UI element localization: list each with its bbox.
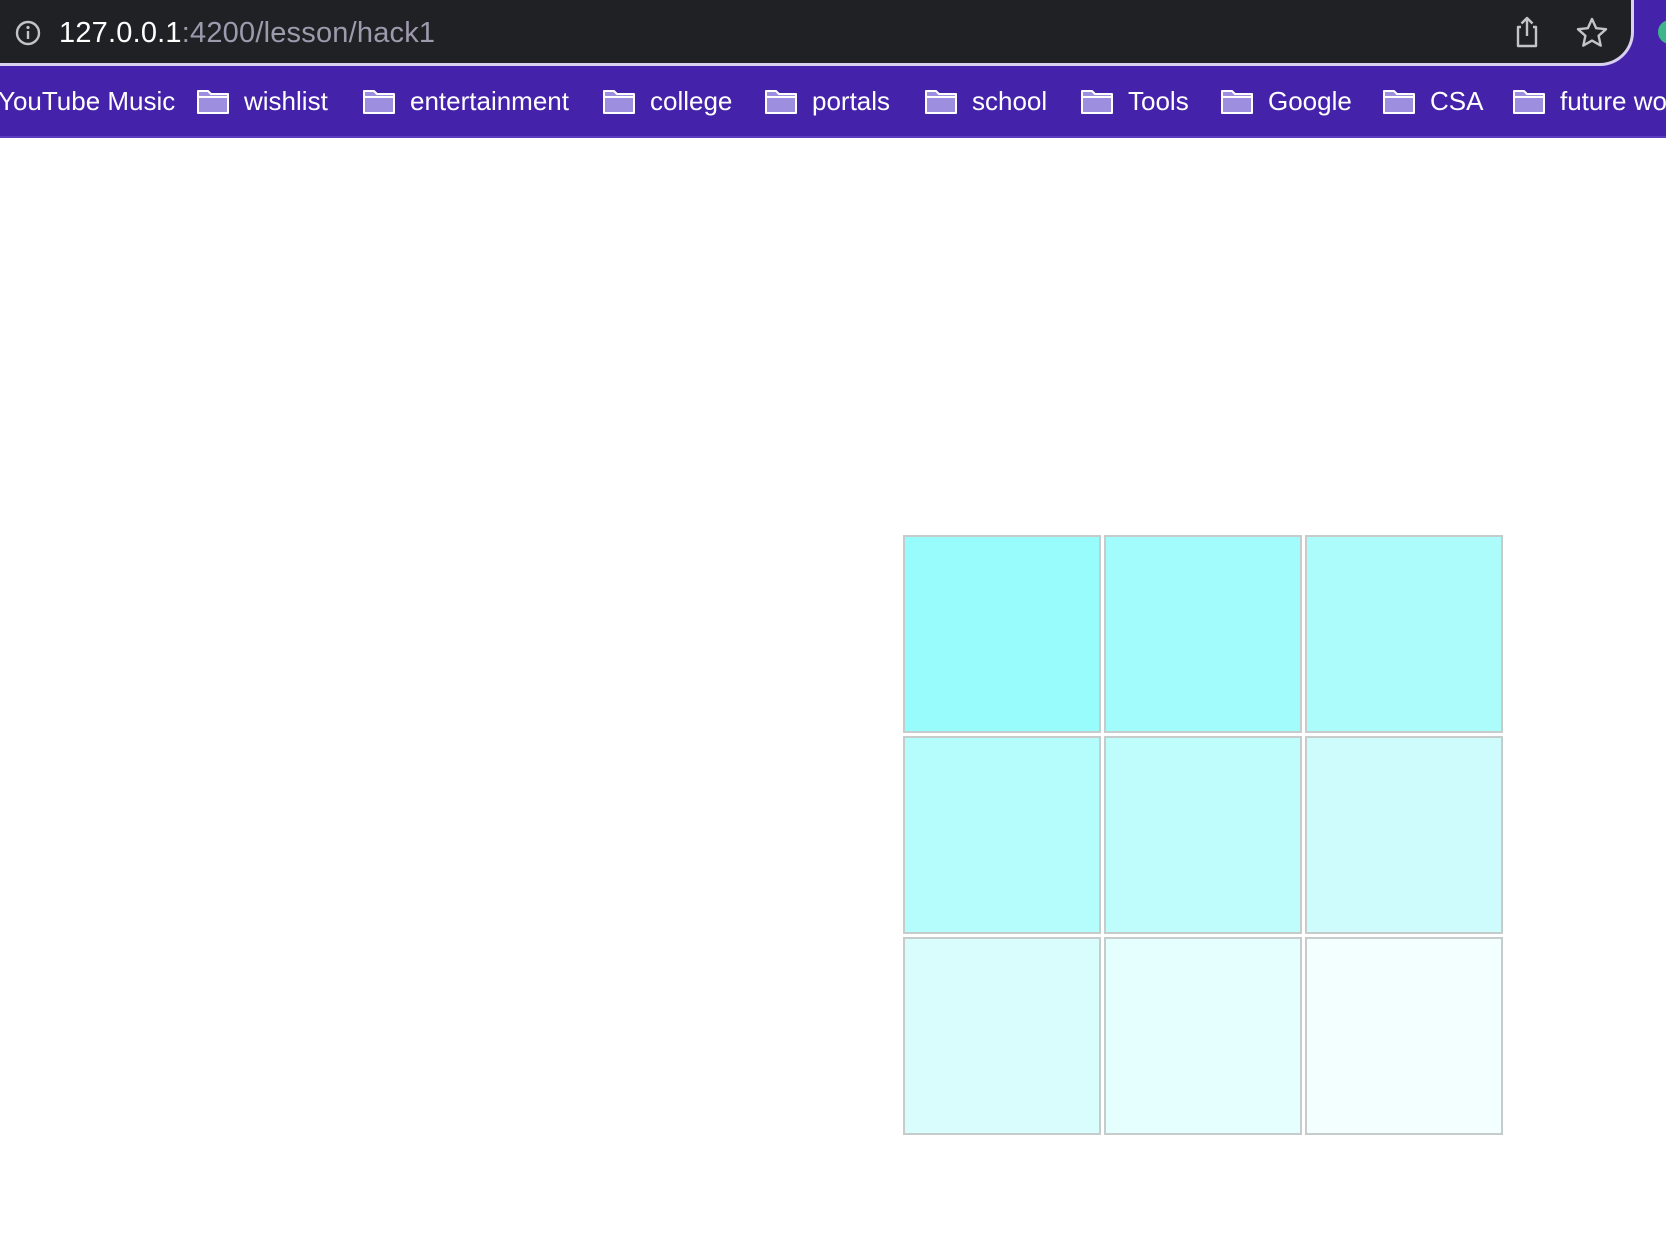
- address-bar[interactable]: 127.0.0.1:4200/lesson/hack1: [0, 0, 1634, 66]
- bookmark-folder-college[interactable]: college: [602, 66, 732, 136]
- bookmark-label: college: [650, 85, 733, 116]
- share-icon[interactable]: [1509, 14, 1545, 50]
- info-icon[interactable]: [15, 20, 41, 46]
- folder-icon: [363, 90, 395, 114]
- bookmark-label: entertainment: [410, 85, 569, 116]
- bookmark-label: CSA: [1430, 85, 1484, 116]
- bookmark-folder-portals[interactable]: portals: [764, 66, 890, 136]
- grid-cell[interactable]: [903, 937, 1101, 1135]
- bookmark-folder-wishlist[interactable]: wishlist: [196, 66, 328, 136]
- profile-icon[interactable]: [1658, 20, 1666, 44]
- bookmarks-bar: YouTube Music wishlist entertainment col…: [0, 66, 1666, 138]
- bookmark-label: portals: [812, 85, 891, 116]
- bookmark-label: school: [972, 85, 1048, 116]
- url-text[interactable]: 127.0.0.1:4200/lesson/hack1: [59, 14, 435, 52]
- grid-cell[interactable]: [1104, 736, 1302, 934]
- folder-icon: [1081, 90, 1113, 114]
- bookmark-folder-entertainment[interactable]: entertainment: [362, 66, 569, 136]
- folder-icon: [197, 90, 229, 114]
- bookmark-label: Google: [1268, 85, 1352, 116]
- folder-icon: [1513, 90, 1545, 114]
- url-path: :4200/lesson/hack1: [181, 16, 436, 49]
- bookmark-folder-tools[interactable]: Tools: [1080, 66, 1189, 136]
- grid-cell[interactable]: [1104, 535, 1302, 733]
- grid-cell[interactable]: [1305, 736, 1503, 934]
- grid-cell[interactable]: [1305, 535, 1503, 733]
- bookmark-folder-school[interactable]: school: [924, 66, 1047, 136]
- bookmark-label: future wo: [1560, 85, 1666, 116]
- bookmark-label: YouTube Music: [0, 85, 176, 116]
- grid-cell[interactable]: [903, 535, 1101, 733]
- bookmark-folder-google[interactable]: Google: [1220, 66, 1352, 136]
- grid-cell[interactable]: [903, 736, 1101, 934]
- bookmark-folder-csa[interactable]: CSA: [1382, 66, 1483, 136]
- bookmark-label: wishlist: [244, 85, 328, 116]
- grid-cell[interactable]: [1104, 937, 1302, 1135]
- color-grid: [903, 535, 1503, 1135]
- star-icon[interactable]: [1573, 14, 1611, 52]
- bookmark-youtube-music[interactable]: YouTube Music: [0, 66, 175, 136]
- folder-icon: [765, 90, 797, 114]
- bookmark-label: Tools: [1128, 85, 1189, 116]
- browser-chrome: 127.0.0.1:4200/lesson/hack1: [0, 0, 1666, 66]
- bookmark-folder-future-wo[interactable]: future wo: [1512, 66, 1666, 136]
- folder-icon: [603, 90, 635, 114]
- url-host: 127.0.0.1: [59, 16, 182, 49]
- folder-icon: [925, 90, 957, 114]
- folder-icon: [1221, 90, 1253, 114]
- grid-cell[interactable]: [1305, 937, 1503, 1135]
- folder-icon: [1383, 90, 1415, 114]
